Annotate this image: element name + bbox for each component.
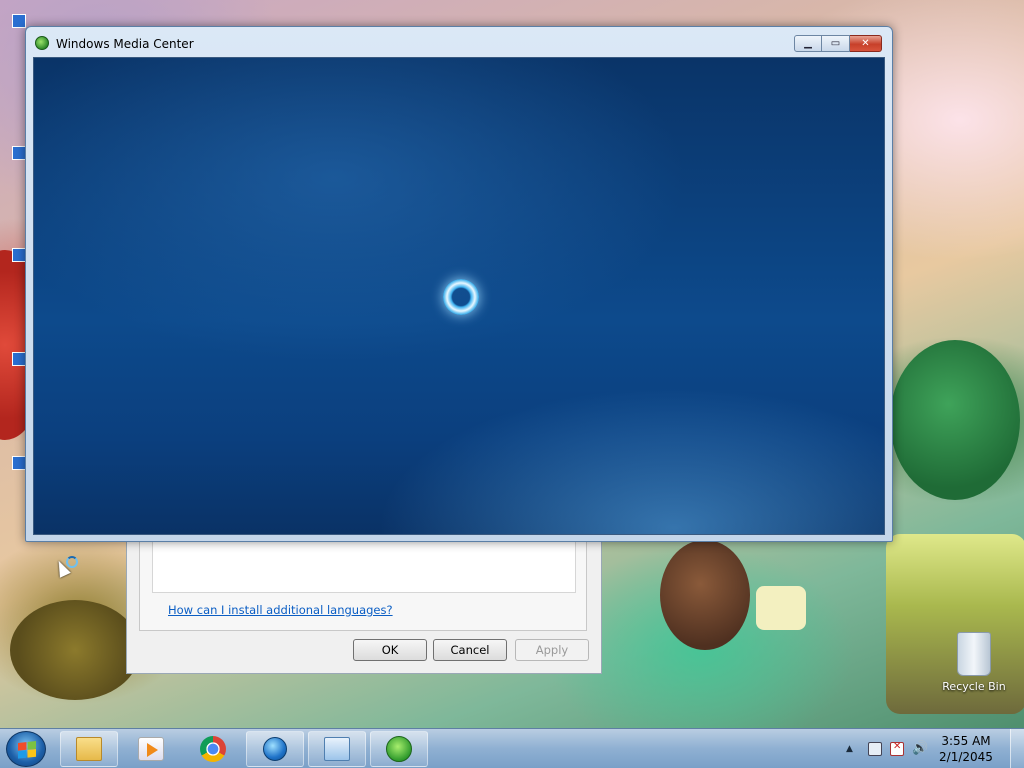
media-center-icon — [35, 36, 49, 50]
cancel-button[interactable]: Cancel — [433, 639, 507, 661]
wallpaper-vine — [10, 600, 140, 700]
minimize-button[interactable]: ▁ — [794, 35, 822, 52]
clock-time: 3:55 AM — [941, 734, 991, 748]
install-languages-link[interactable]: How can I install additional languages? — [168, 603, 393, 617]
globe-clock-icon — [263, 737, 287, 761]
media-center-content — [33, 57, 885, 535]
minimize-icon: ▁ — [804, 38, 812, 49]
taskbar-explorer[interactable] — [60, 731, 118, 767]
close-icon: ✕ — [861, 38, 870, 49]
shortcut-icon — [12, 146, 26, 160]
taskbar-chrome[interactable] — [184, 731, 242, 767]
network-icon[interactable] — [868, 742, 882, 756]
show-desktop-button[interactable] — [1010, 729, 1024, 768]
shortcut-icon — [12, 248, 26, 262]
clock-date: 2/1/2045 — [939, 750, 993, 764]
clock[interactable]: 3:55 AM 2/1/2045 — [934, 733, 998, 765]
computer-icon — [12, 14, 26, 28]
chrome-icon — [200, 736, 226, 762]
taskbar-media-center[interactable] — [370, 731, 428, 767]
wallpaper-yellow-creature — [756, 586, 806, 630]
start-button[interactable] — [6, 731, 46, 767]
notification-area: ▲ 🔊 3:55 AM 2/1/2045 — [846, 729, 1024, 768]
wallpaper-brown-creature — [660, 540, 750, 650]
shortcut-icon — [12, 456, 26, 470]
region-language-dialog: How can I install additional languages? … — [126, 520, 602, 674]
action-center-icon[interactable] — [890, 741, 904, 756]
window-title: Windows Media Center — [56, 37, 194, 51]
show-hidden-icons-button[interactable]: ▲ — [846, 744, 858, 754]
caption-buttons: ▁ ▭ ✕ — [794, 35, 882, 52]
close-button[interactable]: ✕ — [850, 35, 882, 52]
windows-explorer-icon — [76, 737, 102, 761]
maximize-icon: ▭ — [830, 38, 841, 49]
windows-logo-icon — [18, 741, 36, 759]
desktop-icon-recycle-bin[interactable]: Recycle Bin — [938, 632, 1010, 693]
recycle-bin-label: Recycle Bin — [942, 680, 1006, 693]
taskbar-control-panel[interactable] — [308, 731, 366, 767]
control-panel-icon — [324, 737, 350, 761]
maximize-button[interactable]: ▭ — [822, 35, 850, 52]
apply-button[interactable]: Apply — [515, 639, 589, 661]
volume-icon[interactable]: 🔊 — [912, 742, 928, 756]
taskbar-media-player[interactable] — [122, 731, 180, 767]
taskbar-region-language[interactable] — [246, 731, 304, 767]
ok-button[interactable]: OK — [353, 639, 427, 661]
title-bar[interactable]: Windows Media Center ▁ ▭ ✕ — [26, 27, 892, 57]
taskbar: ▲ 🔊 3:55 AM 2/1/2045 — [0, 728, 1024, 768]
shortcut-icon — [12, 352, 26, 366]
media-center-window: Windows Media Center ▁ ▭ ✕ — [25, 26, 893, 542]
wallpaper-green-creature — [890, 340, 1020, 500]
loading-spinner-icon — [443, 279, 479, 315]
media-center-taskbar-icon — [386, 736, 412, 762]
recycle-bin-icon — [957, 632, 991, 676]
media-player-icon — [138, 737, 164, 761]
busy-cursor-icon — [66, 556, 78, 568]
